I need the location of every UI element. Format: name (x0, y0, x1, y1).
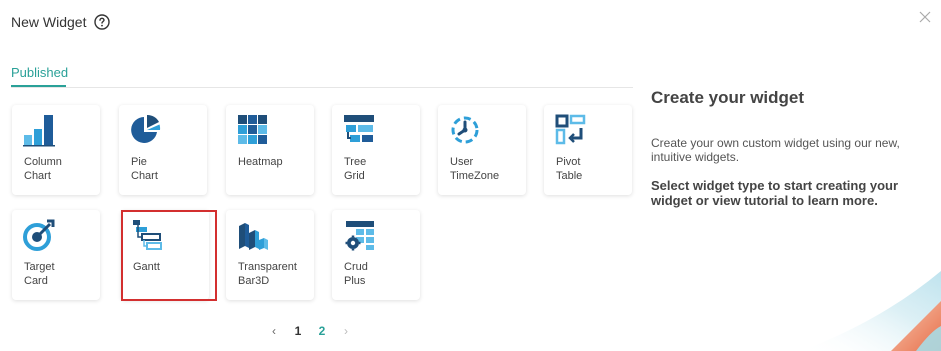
info-panel-title: Create your widget (651, 88, 805, 107)
tab-bar: Published (11, 64, 68, 87)
info-panel-description: Create your own custom widget using our … (651, 136, 900, 164)
widget-label-line: Column Chart (24, 156, 62, 182)
widget-label: Transparent Bar3D (238, 260, 308, 288)
tab-published[interactable]: Published (11, 65, 68, 80)
heatmap-icon (238, 115, 267, 144)
widget-label-line: Crud Plus (344, 261, 368, 287)
widget-card-tree-grid[interactable]: Tree Grid (332, 105, 420, 195)
pagination: ‹ 1 2 › (262, 324, 358, 338)
widget-label-line: Gantt (133, 261, 160, 273)
pagination-prev-button[interactable]: ‹ (262, 324, 286, 338)
widget-card-pivot-table[interactable]: Pivot Table (544, 105, 632, 195)
widget-label-line: Pie Chart (131, 156, 158, 182)
widget-card-gantt[interactable]: Gantt (121, 210, 209, 300)
widget-card-transparent-bar3d[interactable]: Transparent Bar3D (226, 210, 314, 300)
pie-chart-icon (131, 114, 161, 143)
bar3d-icon (239, 223, 268, 250)
widget-label: Crud Plus (344, 260, 414, 288)
widget-card-column-chart[interactable]: Column Chart (12, 105, 100, 195)
pivot-table-icon (555, 114, 586, 145)
widget-card-heatmap[interactable]: Heatmap (226, 105, 314, 195)
widget-label-line: Tree Grid (344, 156, 367, 182)
decorative-background-shape (801, 271, 941, 351)
tab-divider (11, 87, 633, 88)
widget-label: Gantt (133, 260, 203, 274)
widget-label-line: Transparent Bar3D (238, 261, 297, 287)
widget-card-user-timezone[interactable]: User TimeZone (438, 105, 526, 195)
pagination-page-2[interactable]: 2 (310, 324, 334, 338)
column-chart-icon (23, 115, 55, 147)
question-circle-icon[interactable] (94, 14, 111, 30)
info-panel-instruction: Select widget type to start creating you… (651, 178, 899, 208)
widget-label: Target Card (24, 260, 94, 288)
crud-plus-icon (345, 221, 374, 251)
widget-label: Heatmap (238, 155, 308, 169)
widget-label: Pivot Table (556, 155, 626, 183)
dialog-title: New Widget (11, 14, 87, 30)
pagination-page-1[interactable]: 1 (286, 324, 310, 338)
widget-label: User TimeZone (450, 155, 520, 183)
widget-card-target-card[interactable]: Target Card (12, 210, 100, 300)
widget-card-crud-plus[interactable]: Crud Plus (332, 210, 420, 300)
dialog-header: New Widget (11, 10, 111, 34)
widget-card-pie-chart[interactable]: Pie Chart (119, 105, 207, 195)
widget-label: Column Chart (24, 155, 94, 183)
gantt-icon (133, 220, 162, 250)
tree-grid-icon (344, 115, 374, 142)
widget-label: Pie Chart (131, 155, 201, 183)
widget-label-line: User TimeZone (450, 156, 500, 182)
timezone-icon (451, 116, 479, 144)
pagination-next-button[interactable]: › (334, 324, 358, 338)
close-icon[interactable] (919, 11, 931, 23)
widget-label-line: Target Card (24, 261, 55, 287)
widget-label-line: Pivot Table (556, 156, 583, 182)
widget-label: Tree Grid (344, 155, 414, 183)
target-card-icon (23, 219, 55, 251)
info-panel: Create your widget Create your own custo… (651, 88, 921, 208)
widget-label-line: Heatmap (238, 156, 283, 168)
